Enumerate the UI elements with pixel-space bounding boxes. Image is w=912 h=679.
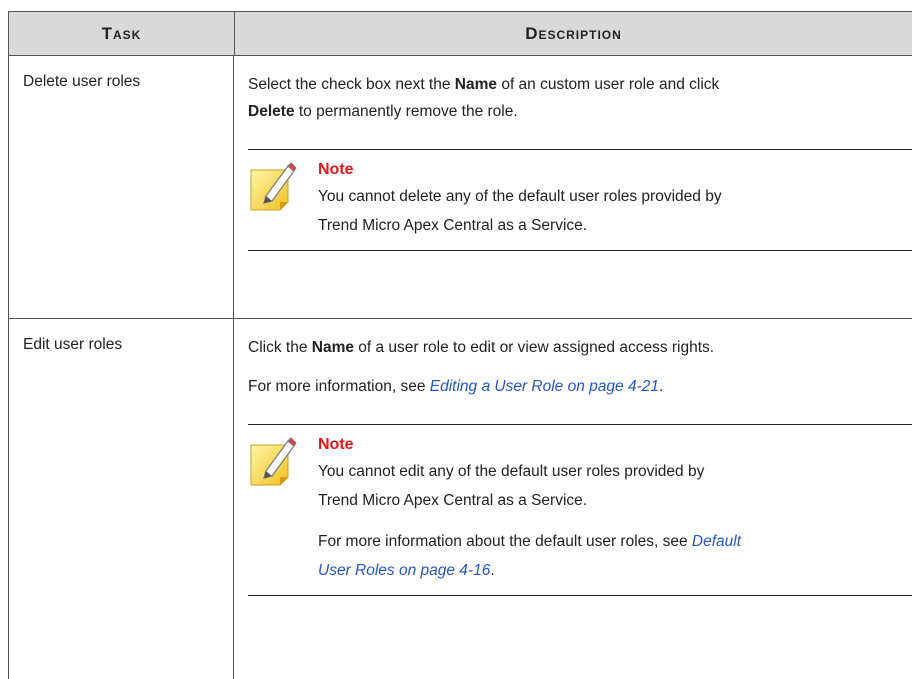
note-box: Note You cannot delete any of the defaul… xyxy=(248,149,912,251)
header-description: Description xyxy=(525,23,622,43)
note-pencil-icon xyxy=(250,162,297,211)
default-user-roles-link[interactable]: Default xyxy=(692,533,741,550)
note-box: Note You cannot edit any of the default … xyxy=(248,424,912,596)
editing-user-role-link[interactable]: Editing a User Role on page 4-21 xyxy=(430,378,659,395)
note-pencil-icon xyxy=(250,437,297,486)
description-cell: Click the Name of a user role to edit or… xyxy=(234,319,912,679)
table-row: Delete user roles Select the check box n… xyxy=(9,56,912,319)
task-cell: Edit user roles xyxy=(9,319,234,679)
table-row: Edit user roles Click the Name of a user… xyxy=(9,319,912,679)
description-text: Click the Name of a user role to edit or… xyxy=(248,339,715,356)
note-text-line: You cannot delete any of the default use… xyxy=(318,188,722,205)
note-title: Note xyxy=(318,436,354,453)
task-table: Task Description Delete user roles Selec… xyxy=(8,11,912,679)
note-text-line: Trend Micro Apex Central as a Service. xyxy=(318,492,588,509)
note-title: Note xyxy=(318,161,354,178)
note-text-line: Trend Micro Apex Central as a Service. xyxy=(318,217,588,234)
description-text: Select the check box next the Name of an… xyxy=(248,76,720,120)
more-info-text: For more information, see Editing a User… xyxy=(248,378,664,395)
note-text-line: You cannot edit any of the default user … xyxy=(318,463,705,480)
description-cell: Select the check box next the Name of an… xyxy=(234,56,912,318)
header-task: Task xyxy=(9,12,235,55)
note-more-info: For more information about the default u… xyxy=(318,533,742,579)
table-header: Task Description xyxy=(9,12,912,56)
task-cell: Delete user roles xyxy=(9,56,234,318)
default-user-roles-link-cont[interactable]: User Roles on page 4-16 xyxy=(318,562,490,579)
